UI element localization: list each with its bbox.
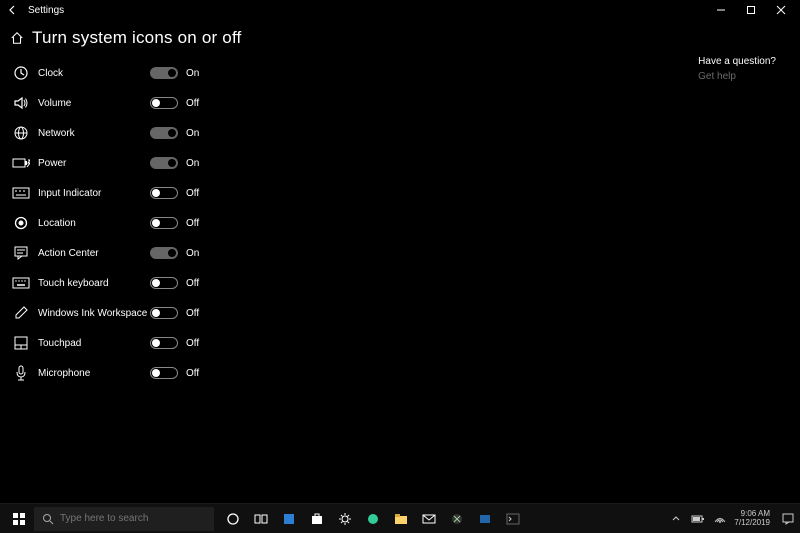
page-title: Turn system icons on or off bbox=[32, 28, 241, 48]
search-icon bbox=[42, 513, 54, 525]
toggle-state-label: Off bbox=[186, 218, 199, 229]
close-button[interactable] bbox=[766, 0, 796, 20]
home-icon[interactable] bbox=[10, 31, 24, 45]
toggle-state-label: On bbox=[186, 248, 199, 259]
help-question: Have a question? bbox=[698, 56, 776, 67]
maximize-button[interactable] bbox=[736, 0, 766, 20]
setting-row: Location Off bbox=[10, 208, 199, 238]
app-title: Settings bbox=[28, 5, 64, 16]
content-area: Clock On Volume Off Network On Power On Input In… bbox=[0, 54, 800, 497]
taskbar-app-explorer[interactable] bbox=[388, 504, 414, 533]
toggle-switch[interactable] bbox=[150, 277, 178, 289]
help-pane: Have a question? Get help bbox=[698, 56, 776, 82]
setting-row: Microphone Off bbox=[10, 358, 199, 388]
setting-row: Power On bbox=[10, 148, 199, 178]
settings-list: Clock On Volume Off Network On Power On Input In… bbox=[0, 54, 199, 497]
toggle-switch[interactable] bbox=[150, 157, 178, 169]
taskbar-app-terminal[interactable] bbox=[500, 504, 526, 533]
taskbar-app-store[interactable] bbox=[304, 504, 330, 533]
setting-label: Action Center bbox=[32, 248, 150, 259]
taskbar-app-1[interactable] bbox=[360, 504, 386, 533]
tray-chevron-icon[interactable] bbox=[668, 511, 684, 527]
toggle-switch[interactable] bbox=[150, 97, 178, 109]
windows-ink-workspace-icon bbox=[10, 305, 32, 321]
start-button[interactable] bbox=[4, 504, 34, 533]
toggle-switch[interactable] bbox=[150, 67, 178, 79]
input-indicator-icon bbox=[10, 187, 32, 199]
tray-clock[interactable]: 9:06 AM 7/12/2019 bbox=[734, 510, 774, 528]
setting-label: Clock bbox=[32, 68, 150, 79]
setting-row: Volume Off bbox=[10, 88, 199, 118]
setting-label: Windows Ink Workspace bbox=[32, 308, 150, 319]
taskbar-app-mail[interactable] bbox=[416, 504, 442, 533]
toggle-state-label: Off bbox=[186, 368, 199, 379]
back-button[interactable] bbox=[4, 5, 22, 15]
toggle-state-label: Off bbox=[186, 278, 199, 289]
setting-row: Touch keyboard Off bbox=[10, 268, 199, 298]
power-icon bbox=[10, 157, 32, 169]
get-help-link[interactable]: Get help bbox=[698, 71, 776, 82]
toggle-state-label: On bbox=[186, 158, 199, 169]
tray-battery-icon[interactable] bbox=[690, 511, 706, 527]
setting-row: Network On bbox=[10, 118, 199, 148]
setting-row: Action Center On bbox=[10, 238, 199, 268]
setting-label: Microphone bbox=[32, 368, 150, 379]
taskbar-app-xbox[interactable] bbox=[444, 504, 470, 533]
toggle-state-label: Off bbox=[186, 338, 199, 349]
toggle-switch[interactable] bbox=[150, 337, 178, 349]
tray-notifications-icon[interactable] bbox=[780, 511, 796, 527]
search-input[interactable] bbox=[60, 513, 206, 524]
page-heading-row: Turn system icons on or off bbox=[0, 20, 800, 54]
volume-icon bbox=[10, 95, 32, 111]
setting-label: Network bbox=[32, 128, 150, 139]
toggle-state-label: On bbox=[186, 128, 199, 139]
location-icon bbox=[10, 215, 32, 231]
setting-label: Input Indicator bbox=[32, 188, 150, 199]
setting-row: Touchpad Off bbox=[10, 328, 199, 358]
taskbar: 9:06 AM 7/12/2019 bbox=[0, 503, 800, 533]
toggle-switch[interactable] bbox=[150, 187, 178, 199]
setting-label: Location bbox=[32, 218, 150, 229]
clock-icon bbox=[10, 65, 32, 81]
microphone-icon bbox=[10, 365, 32, 381]
setting-label: Volume bbox=[32, 98, 150, 109]
cortana-icon[interactable] bbox=[220, 504, 246, 533]
toggle-switch[interactable] bbox=[150, 367, 178, 379]
touch-keyboard-icon bbox=[10, 277, 32, 289]
toggle-state-label: Off bbox=[186, 98, 199, 109]
setting-row: Input Indicator Off bbox=[10, 178, 199, 208]
taskbar-search[interactable] bbox=[34, 507, 214, 531]
taskbar-app-settings[interactable] bbox=[332, 504, 358, 533]
tray-network-icon[interactable] bbox=[712, 511, 728, 527]
toggle-switch[interactable] bbox=[150, 307, 178, 319]
setting-row: Windows Ink Workspace Off bbox=[10, 298, 199, 328]
action-center-icon bbox=[10, 245, 32, 261]
touchpad-icon bbox=[10, 336, 32, 350]
titlebar: Settings bbox=[0, 0, 800, 20]
setting-label: Touch keyboard bbox=[32, 278, 150, 289]
network-icon bbox=[10, 125, 32, 141]
task-view-icon[interactable] bbox=[248, 504, 274, 533]
toggle-state-label: Off bbox=[186, 188, 199, 199]
taskbar-apps bbox=[220, 504, 526, 533]
toggle-switch[interactable] bbox=[150, 217, 178, 229]
toggle-switch[interactable] bbox=[150, 127, 178, 139]
minimize-button[interactable] bbox=[706, 0, 736, 20]
toggle-state-label: Off bbox=[186, 308, 199, 319]
setting-label: Touchpad bbox=[32, 338, 150, 349]
tray-date: 7/12/2019 bbox=[734, 519, 770, 528]
toggle-switch[interactable] bbox=[150, 247, 178, 259]
setting-row: Clock On bbox=[10, 58, 199, 88]
taskbar-app-2[interactable] bbox=[472, 504, 498, 533]
system-tray: 9:06 AM 7/12/2019 bbox=[668, 510, 796, 528]
toggle-state-label: On bbox=[186, 68, 199, 79]
taskbar-app-edge[interactable] bbox=[276, 504, 302, 533]
setting-label: Power bbox=[32, 158, 150, 169]
settings-window: Settings Turn system icons on or off Clo… bbox=[0, 0, 800, 533]
